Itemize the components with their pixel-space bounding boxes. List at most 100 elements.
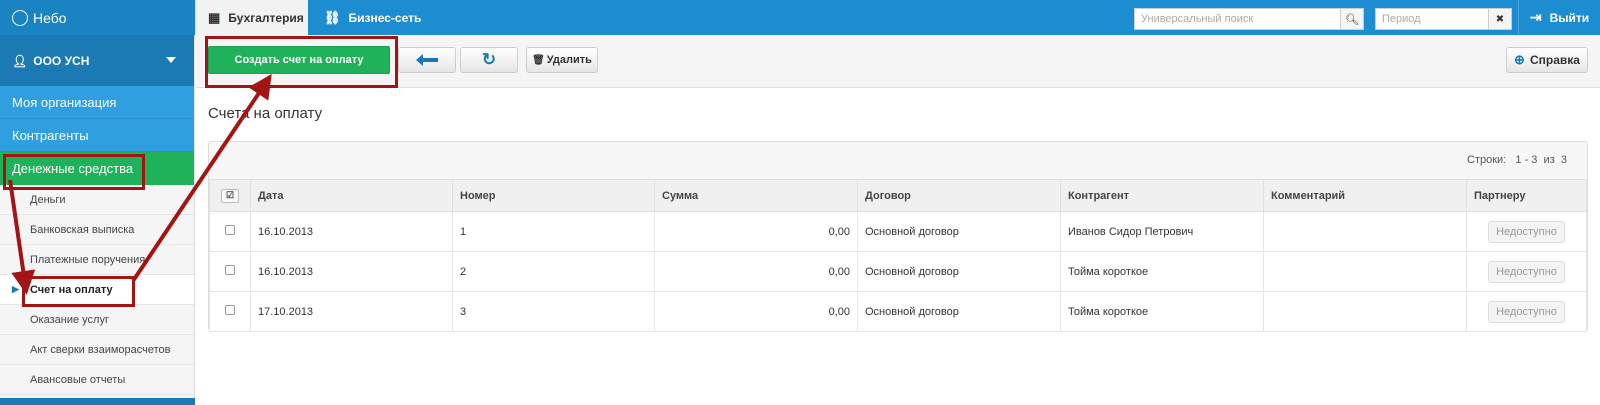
brand-name: Небо: [33, 9, 67, 26]
brand-logo[interactable]: Небо: [0, 0, 195, 35]
cell-counterparty: Иванов Сидор Петрович: [1060, 211, 1264, 252]
period-clear-button[interactable]: ✖: [1488, 8, 1512, 30]
rows-label: Строки:: [1467, 154, 1507, 166]
sidebar-subitem-label: Платежные поручения: [30, 253, 146, 266]
search-button[interactable]: 🔍︎: [1340, 8, 1364, 30]
cell-contract: Основной договор: [857, 211, 1061, 252]
column-header-sum[interactable]: Сумма: [654, 179, 858, 212]
row-checkbox-cell[interactable]: [209, 251, 251, 292]
sidebar-subitem-payment-orders[interactable]: Платежные поручения: [0, 245, 194, 275]
unavailable-button[interactable]: Недоступно: [1488, 260, 1565, 283]
sidebar-item-cash[interactable]: Денежные средства: [0, 152, 194, 185]
delete-label: Удалить: [546, 54, 592, 66]
sidebar-subitem-label: Банковская выписка: [30, 223, 135, 236]
checklist-icon: ☑: [221, 188, 239, 203]
cell-number: 3: [452, 291, 655, 332]
sidebar: 👤︎ ООО УСН Моя организация Контрагенты Д…: [0, 35, 195, 405]
rows-of: из: [1543, 154, 1555, 166]
rows-info: Строки: 1 - 3 из 3: [1467, 154, 1567, 166]
active-marker-icon: ▶: [12, 284, 19, 294]
cell-sum: 0,00: [654, 251, 858, 292]
row-checkbox[interactable]: [225, 265, 235, 275]
table-header-row: ☑ Дата Номер Сумма Договор Контрагент Ко…: [209, 179, 1587, 212]
sidebar-subitem-bank-statement[interactable]: Банковская выписка: [0, 215, 194, 245]
rows-total: 3: [1560, 154, 1567, 166]
tab-accounting[interactable]: ▦ Бухгалтерия: [195, 0, 308, 35]
invoice-panel: Строки: 1 - 3 из 3 ☑ Дата Номер Сумма До…: [208, 141, 1588, 332]
search-icon: 🔍︎: [1345, 13, 1359, 26]
sidebar-subitem-label: Авансовые отчеты: [30, 373, 126, 386]
logo-icon: [12, 9, 28, 26]
page-title: Счета на оплату: [208, 105, 323, 122]
calculator-icon: ▦: [208, 9, 221, 25]
sidebar-subitem-money[interactable]: Деньги: [0, 185, 194, 215]
sidebar-subitem-label: Акт сверки взаиморасчетов: [30, 343, 171, 356]
table-row[interactable]: 17.10.2013 3 0,00 Основной договор Тойма…: [209, 291, 1587, 332]
sidebar-subitem-label: Оказание услуг: [30, 313, 109, 326]
cell-counterparty: Тойма короткое: [1060, 291, 1264, 332]
cell-partner: Недоступно: [1466, 291, 1587, 332]
cell-number: 1: [452, 211, 655, 252]
table-row[interactable]: 16.10.2013 2 0,00 Основной договор Тойма…: [209, 251, 1587, 292]
row-checkbox[interactable]: [225, 305, 235, 315]
column-header-number[interactable]: Номер: [452, 179, 655, 212]
cell-comment: [1263, 291, 1467, 332]
delete-button[interactable]: 🗑︎ Удалить: [526, 47, 598, 73]
cell-date: 16.10.2013: [250, 211, 453, 252]
sidebar-footer: [0, 398, 195, 405]
row-checkbox[interactable]: [225, 225, 235, 235]
help-label: Справка: [1529, 53, 1580, 67]
sidebar-subitem-advance-reports[interactable]: Авансовые отчеты: [0, 365, 194, 395]
tab-business-network[interactable]: ⛓ Бизнес-сеть: [312, 0, 422, 35]
cell-partner: Недоступно: [1466, 251, 1587, 292]
row-checkbox-cell[interactable]: [209, 211, 251, 252]
cell-date: 17.10.2013: [250, 291, 453, 332]
lifebuoy-icon: ⊕: [1514, 52, 1525, 67]
main-content: Создать счет на оплату ↻ 🗑︎ Удалить ⊕ Сп…: [196, 35, 1600, 405]
logout-button[interactable]: ⇥ Выйти: [1518, 0, 1600, 35]
search-input[interactable]: Универсальный поиск: [1134, 8, 1341, 30]
cell-counterparty: Тойма короткое: [1060, 251, 1264, 292]
arrow-left-icon: [416, 54, 438, 66]
table-row[interactable]: 16.10.2013 1 0,00 Основной договор Ивано…: [209, 211, 1587, 252]
column-header-counterparty[interactable]: Контрагент: [1060, 179, 1264, 212]
sidebar-subitem-label: Счет на оплату: [30, 283, 113, 296]
sidebar-subitem-reconciliation[interactable]: Акт сверки взаиморасчетов: [0, 335, 194, 365]
cell-comment: [1263, 211, 1467, 252]
cell-contract: Основной договор: [857, 291, 1061, 332]
tab-accounting-label: Бухгалтерия: [228, 10, 304, 25]
unavailable-button[interactable]: Недоступно: [1488, 220, 1565, 243]
logout-icon: ⇥: [1529, 9, 1542, 25]
toolbar: Создать счет на оплату ↻ 🗑︎ Удалить ⊕ Сп…: [196, 35, 1600, 88]
select-all-header[interactable]: ☑: [209, 179, 251, 212]
cell-sum: 0,00: [654, 211, 858, 252]
column-header-contract[interactable]: Договор: [857, 179, 1061, 212]
sidebar-item-my-organization[interactable]: Моя организация: [0, 86, 194, 119]
back-button[interactable]: [398, 47, 456, 73]
cell-sum: 0,00: [654, 291, 858, 332]
help-button[interactable]: ⊕ Справка: [1506, 47, 1588, 73]
column-header-comment[interactable]: Комментарий: [1263, 179, 1467, 212]
cell-date: 16.10.2013: [250, 251, 453, 292]
refresh-button[interactable]: ↻: [460, 47, 518, 73]
chevron-down-icon: [166, 57, 176, 63]
rows-range[interactable]: 1 - 3: [1515, 154, 1537, 166]
period-input[interactable]: Период: [1375, 8, 1489, 30]
sidebar-subitem-services[interactable]: Оказание услуг: [0, 305, 194, 335]
cell-comment: [1263, 251, 1467, 292]
close-icon: ✖: [1495, 13, 1505, 25]
trash-icon: 🗑︎: [532, 54, 545, 66]
unavailable-button[interactable]: Недоступно: [1488, 300, 1565, 323]
refresh-icon: ↻: [481, 50, 497, 69]
column-header-partner[interactable]: Партнеру: [1466, 179, 1587, 212]
org-selector[interactable]: 👤︎ ООО УСН: [0, 35, 194, 86]
sidebar-item-counterparties[interactable]: Контрагенты: [0, 119, 194, 152]
sidebar-subitem-invoice[interactable]: ▶ Счет на оплату: [0, 275, 194, 305]
invoice-table: ☑ Дата Номер Сумма Договор Контрагент Ко…: [209, 179, 1587, 332]
row-checkbox-cell[interactable]: [209, 291, 251, 332]
cell-contract: Основной договор: [857, 251, 1061, 292]
sidebar-subitem-label: Деньги: [30, 193, 66, 206]
org-name: ООО УСН: [33, 53, 90, 68]
create-invoice-button[interactable]: Создать счет на оплату: [208, 46, 390, 74]
column-header-date[interactable]: Дата: [250, 179, 453, 212]
